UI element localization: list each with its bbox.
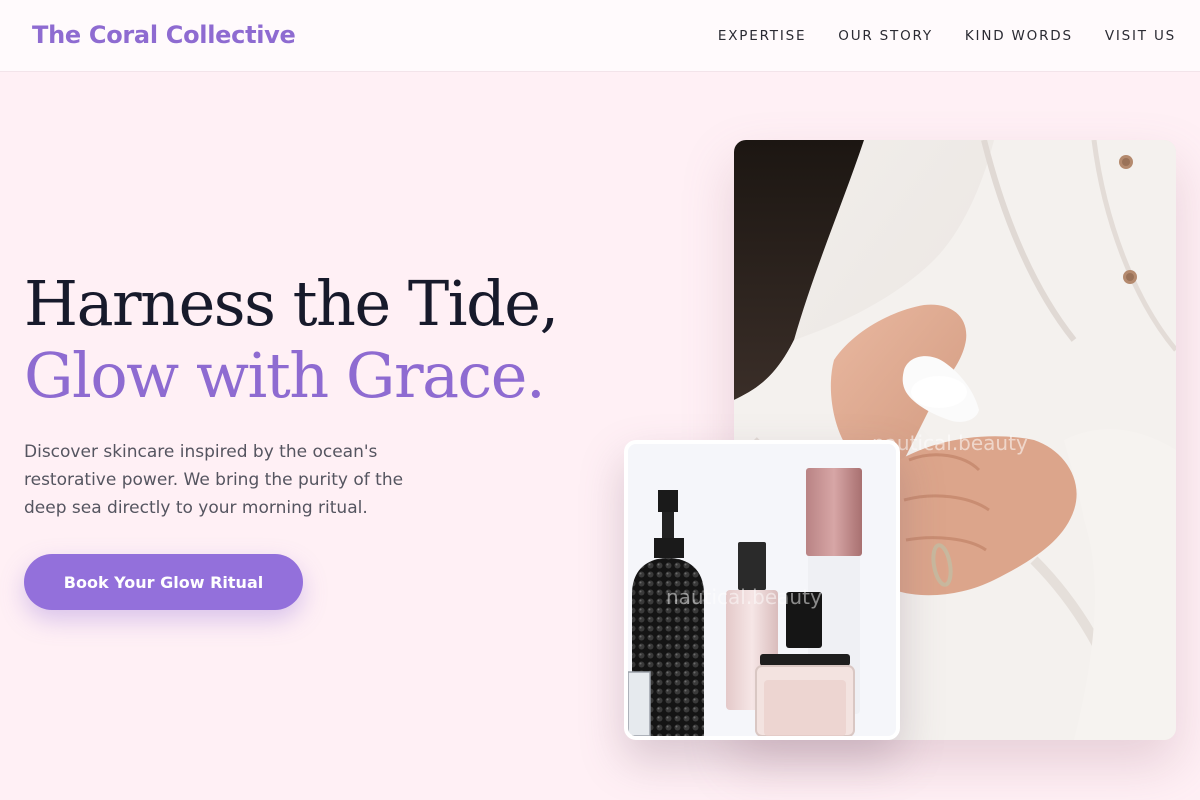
nav-item-kind-words[interactable]: KIND WORDS [965,26,1073,46]
nav-item-our-story[interactable]: OUR STORY [838,26,933,46]
small-photo-watermark: nautical.beauty [666,585,822,609]
book-glow-ritual-button[interactable]: Book Your Glow Ritual [24,554,303,610]
hero-headline-line2: Glow with Grace. [24,339,546,412]
nav-item-visit-us[interactable]: VISIT US [1105,26,1176,46]
perfume-bottles-illustration: nautical.beauty [628,444,896,736]
hero-description: Discover skincare inspired by the ocean'… [24,442,404,518]
main-nav: EXPERTISE OUR STORY KIND WORDS VISIT US [718,26,1176,46]
site-header: The Coral Collective EXPERTISE OUR STORY… [0,0,1200,72]
brand-logo[interactable]: The Coral Collective [32,20,296,50]
hero-headline-line1: Harness the Tide, [24,267,559,340]
nav-item-expertise[interactable]: EXPERTISE [718,26,806,46]
hero-headline: Harness the Tide, Glow with Grace. [24,267,559,412]
hero-photo-perfume-bottles: nautical.beauty [624,440,900,740]
